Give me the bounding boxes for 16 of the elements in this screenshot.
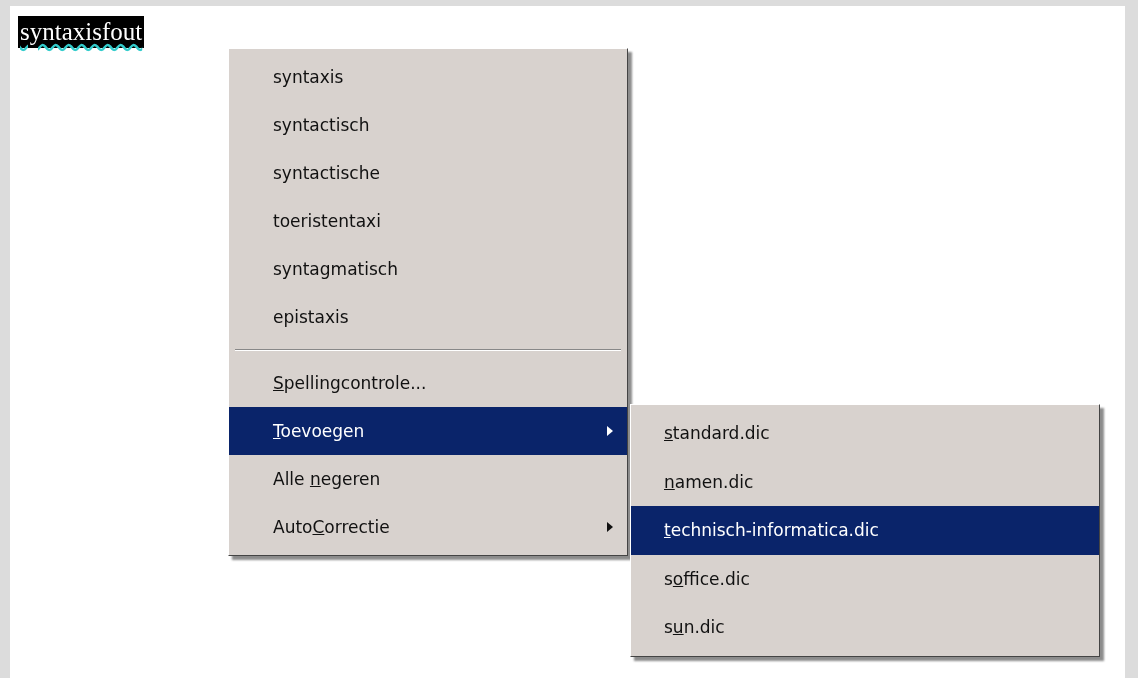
suggestion-item[interactable]: syntactische <box>229 149 627 197</box>
dictionary-item[interactable]: technisch-informatica.dic <box>631 506 1099 555</box>
menu-item[interactable]: Spellingcontrole... <box>229 359 627 407</box>
dictionary-item[interactable]: sun.dic <box>631 603 1099 652</box>
dictionary-item[interactable]: namen.dic <box>631 457 1099 506</box>
suggestion-item[interactable]: syntaxis <box>229 53 627 101</box>
menu-item[interactable]: Alle negeren <box>229 455 627 503</box>
suggestion-item[interactable]: epistaxis <box>229 293 627 341</box>
suggestion-item[interactable]: syntagmatisch <box>229 245 627 293</box>
suggestion-item[interactable]: toeristentaxi <box>229 197 627 245</box>
suggestion-item[interactable]: syntactisch <box>229 101 627 149</box>
dictionary-item[interactable]: standard.dic <box>631 409 1099 458</box>
menu-item[interactable]: AutoCorrectie <box>229 503 627 551</box>
dictionary-item[interactable]: soffice.dic <box>631 554 1099 603</box>
misspelled-word: syntaxisfout <box>18 16 145 48</box>
menu-item[interactable]: Toevoegen <box>229 407 627 455</box>
